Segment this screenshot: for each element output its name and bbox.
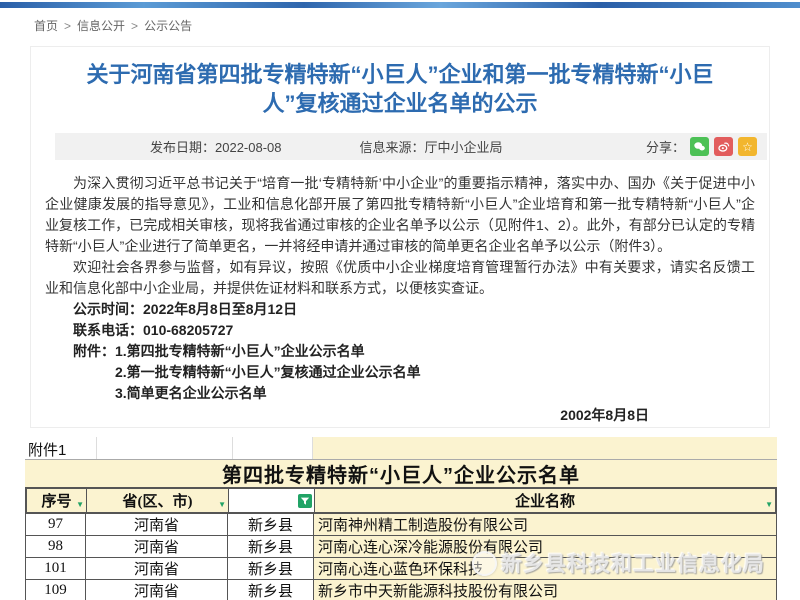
wechat-share-icon[interactable] xyxy=(690,137,709,156)
cell-seq: 98 xyxy=(26,536,86,557)
attachment-link-2[interactable]: 2.第一批专精特新“小巨人”复核通过企业公示名单 xyxy=(115,362,421,383)
page: 首页 > 信息公开 > 公示公告 关于河南省第四批专精特新“小巨人”企业和第一批专精特新… xyxy=(0,0,800,600)
article-meta-bar: 发布日期：2022-08-08 信息来源：厅中小企业局 分享： ☆ xyxy=(55,133,767,160)
filter-dropdown-icon[interactable]: ▼ xyxy=(765,500,773,509)
info-source: 信息来源：厅中小企业局 xyxy=(360,137,503,156)
breadcrumb: 首页 > 信息公开 > 公示公告 xyxy=(34,17,192,34)
filter-dropdown-icon[interactable]: ▼ xyxy=(76,500,84,509)
cell-seq: 109 xyxy=(26,580,86,600)
cell-seq: 101 xyxy=(26,558,86,579)
cell-company: 河南神州精工制造股份有限公司 xyxy=(314,514,776,535)
table-header-row: 序号▼ 省(区、市)▼ 企业名称▼ xyxy=(25,487,777,514)
cell-county: 新乡县 xyxy=(228,558,314,579)
page-title: 关于河南省第四批专精特新“小巨人”企业和第一批专精特新“小巨人”复核通过企业名单… xyxy=(86,60,714,118)
header-county xyxy=(229,489,315,512)
cell-company: 新乡市中天新能源科技股份有限公司 xyxy=(314,580,776,600)
article-body: 为深入贯彻习近平总书记关于“培育一批‘专精特新’中小企业”的重要指示精神，落实中… xyxy=(31,160,769,426)
header-company: 企业名称▼ xyxy=(315,489,775,512)
table-row: 101 河南省 新乡县 河南心连心蓝色环保科技 xyxy=(25,558,777,580)
cell-province: 河南省 xyxy=(86,558,228,579)
attachment-link-1[interactable]: 1.第四批专精特新“小巨人”企业公示名单 xyxy=(115,341,421,362)
cell-company: 河南心连心深冷能源股份有限公司 xyxy=(314,536,776,557)
breadcrumb-home[interactable]: 首页 xyxy=(34,19,58,33)
breadcrumb-separator: > xyxy=(64,19,71,33)
attachments-block: 附件： 1.第四批专精特新“小巨人”企业公示名单 2.第一批专精特新“小巨人”复… xyxy=(45,341,755,404)
star-icon: ☆ xyxy=(742,141,753,153)
paragraph: 欢迎社会各界参与监督，如有异议，按照《优质中小企业梯度培育管理暂行办法》中有关要… xyxy=(45,257,755,299)
publish-date: 发布日期：2022-08-08 xyxy=(150,137,282,156)
breadcrumb-info-disclosure[interactable]: 信息公开 xyxy=(77,19,125,33)
breadcrumb-public-notices[interactable]: 公示公告 xyxy=(144,19,192,33)
breadcrumb-separator: > xyxy=(131,19,138,33)
annex-label-row: 附件1 xyxy=(25,437,777,459)
share-label: 分享： xyxy=(646,137,685,156)
annex-spreadsheet: 附件1 第四批专精特新“小巨人”企业公示名单 序号▼ 省(区、市)▼ 企业名称▼… xyxy=(25,437,777,600)
article-container: 关于河南省第四批专精特新“小巨人”企业和第一批专精特新“小巨人”复核通过企业名单… xyxy=(30,46,770,428)
paragraph: 为深入贯彻习近平总书记关于“培育一批‘专精特新’中小企业”的重要指示精神，落实中… xyxy=(45,173,755,257)
notice-time: 公示时间：2022年8月8日至8月12日 xyxy=(45,299,755,320)
weibo-icon xyxy=(717,140,730,153)
attachment-link-3[interactable]: 3.简单更名企业公示名单 xyxy=(115,383,421,404)
attachments-label: 附件： xyxy=(73,341,115,404)
contact-phone: 联系电话：010-68205727 xyxy=(45,320,755,341)
cell-province: 河南省 xyxy=(86,514,228,535)
filter-funnel-icon[interactable] xyxy=(298,494,312,508)
table-row: 109 河南省 新乡县 新乡市中天新能源科技股份有限公司 xyxy=(25,580,777,600)
yellow-fill xyxy=(313,437,777,459)
star-share-icon[interactable]: ☆ xyxy=(738,137,757,156)
table-title: 第四批专精特新“小巨人”企业公示名单 xyxy=(25,459,777,487)
filter-dropdown-icon[interactable]: ▼ xyxy=(218,500,226,509)
header-province: 省(区、市)▼ xyxy=(87,489,229,512)
wechat-icon xyxy=(693,140,706,153)
cell-company: 河南心连心蓝色环保科技 xyxy=(314,558,776,579)
sign-date: 2002年8月8日 xyxy=(45,405,755,426)
table-row: 98 河南省 新乡县 河南心连心深冷能源股份有限公司 xyxy=(25,536,777,558)
cell-province: 河南省 xyxy=(86,536,228,557)
cell-county: 新乡县 xyxy=(228,536,314,557)
cell-seq: 97 xyxy=(26,514,86,535)
header-seq: 序号▼ xyxy=(27,489,87,512)
cell-province: 河南省 xyxy=(86,580,228,600)
share-toolbar: 分享： ☆ xyxy=(646,137,757,156)
weibo-share-icon[interactable] xyxy=(714,137,733,156)
cell-county: 新乡县 xyxy=(228,514,314,535)
table-row: 97 河南省 新乡县 河南神州精工制造股份有限公司 xyxy=(25,514,777,536)
cell-county: 新乡县 xyxy=(228,580,314,600)
site-header-strip xyxy=(0,2,800,8)
annex-label: 附件1 xyxy=(28,439,66,460)
